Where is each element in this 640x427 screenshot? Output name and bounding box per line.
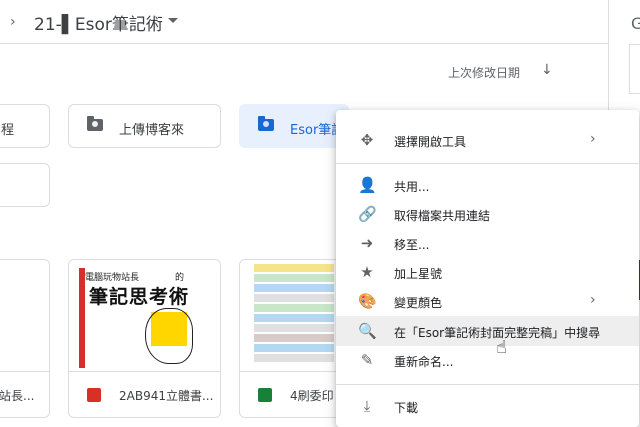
- submenu-arrow-icon: ›: [590, 292, 596, 308]
- menu-divider: [336, 163, 639, 164]
- image-file-icon: [87, 388, 101, 402]
- open-with-icon: ✥: [360, 131, 374, 149]
- caret-down-icon[interactable]: [168, 18, 178, 23]
- menu-item-share[interactable]: 👤 共用...: [336, 170, 639, 200]
- file-footer: 4刷委印: [240, 371, 348, 417]
- file-card[interactable]: 4刷委印: [239, 259, 349, 418]
- move-folder-icon: ➜: [360, 234, 374, 252]
- menu-item-label: 下載: [394, 401, 419, 415]
- sort-label[interactable]: 上次修改日期: [448, 64, 520, 81]
- menu-item-move-to[interactable]: ➜ 移至...: [336, 228, 639, 258]
- share-person-icon: 👤: [358, 176, 377, 194]
- book-cover-image: 電腦玩物站長 的 筆記思考術: [79, 264, 203, 370]
- menu-item-label: 變更顏色: [394, 296, 443, 310]
- download-icon: ⤓: [363, 397, 371, 415]
- book-cover-title: 筆記思考術: [89, 286, 190, 308]
- file-label: 站長...: [0, 389, 35, 403]
- menu-item-label: 共用...: [394, 180, 430, 194]
- sort-direction-icon[interactable]: ↓: [541, 62, 553, 78]
- file-thumbnail: [240, 260, 348, 372]
- menu-divider: [336, 384, 639, 385]
- context-menu: ✥ 選擇開啟工具 › 👤 共用... 🔗 取得檔案共用連結 ➜ 移至... ★ …: [336, 110, 639, 427]
- breadcrumb-chevron-icon[interactable]: ›: [10, 14, 16, 30]
- spreadsheet-preview: [254, 264, 334, 370]
- file-footer: 2AB941立體書...: [69, 371, 220, 417]
- menu-item-label: 取得檔案共用連結: [394, 209, 491, 223]
- book-spine: [79, 268, 85, 368]
- menu-item-label: 移至...: [394, 238, 430, 252]
- hand-pointer-cursor-icon: ☝: [496, 337, 507, 358]
- rename-icon: ✎: [360, 351, 374, 369]
- side-panel-card: [629, 44, 640, 94]
- menu-item-download[interactable]: ⤓ 下載: [336, 391, 639, 421]
- menu-item-add-star[interactable]: ★ 加上星號: [336, 257, 639, 287]
- file-label: 4刷委印: [290, 389, 334, 403]
- top-bar: › 21-▌Esor筆記術: [0, 0, 608, 44]
- menu-item-get-link[interactable]: 🔗 取得檔案共用連結: [336, 199, 639, 229]
- palette-icon: 🎨: [358, 292, 377, 310]
- file-card[interactable]: 電腦玩物站長 的 筆記思考術 2AB941立體書...: [68, 259, 221, 418]
- shared-folder-icon: [258, 116, 274, 131]
- sheets-file-icon: [258, 388, 272, 402]
- folder-label: 程: [1, 123, 15, 138]
- link-icon: 🔗: [358, 205, 377, 223]
- menu-item-label: 加上星號: [394, 267, 443, 281]
- book-cover-sketch: [145, 308, 193, 364]
- shared-folder-icon: [87, 116, 103, 131]
- search-icon: 🔍: [358, 322, 377, 340]
- file-thumbnail: 電腦玩物站長 的 筆記思考術: [69, 260, 220, 372]
- file-label: 2AB941立體書...: [119, 389, 214, 403]
- side-panel-icon[interactable]: G: [631, 14, 640, 33]
- submenu-arrow-icon: ›: [590, 131, 596, 147]
- folder-card[interactable]: [0, 163, 50, 207]
- folder-card-selected[interactable]: Esor筆記: [239, 104, 349, 148]
- star-icon: ★: [360, 263, 374, 281]
- file-thumbnail: [0, 260, 49, 372]
- menu-item-change-color[interactable]: 🎨 變更顏色 ›: [336, 286, 639, 316]
- file-card[interactable]: 站長...: [0, 259, 50, 418]
- folder-card[interactable]: 程: [0, 104, 50, 148]
- menu-item-rename[interactable]: ✎ 重新命名...: [336, 345, 639, 375]
- menu-item-search-in-folder[interactable]: 🔍 在「Esor筆記術封面完整完稿」中搜尋: [336, 316, 639, 346]
- folder-label: 上傳博客來: [119, 123, 185, 138]
- folder-card[interactable]: 上傳博客來: [68, 104, 221, 148]
- breadcrumb-folder-title[interactable]: 21-▌Esor筆記術: [34, 10, 163, 35]
- menu-item-label: 重新命名...: [394, 355, 454, 369]
- file-footer: 站長...: [0, 371, 49, 417]
- menu-item-open-with[interactable]: ✥ 選擇開啟工具 ›: [336, 125, 639, 155]
- menu-item-label: 選擇開啟工具: [394, 135, 467, 149]
